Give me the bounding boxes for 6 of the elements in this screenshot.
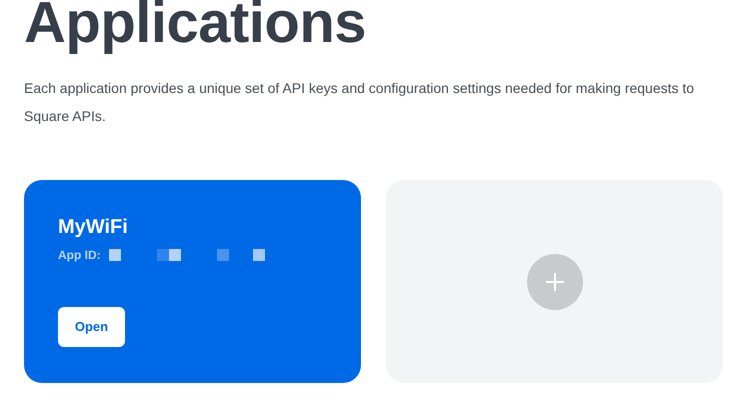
app-name: MyWiFi (58, 216, 129, 238)
add-app-card[interactable] (386, 180, 723, 383)
page-description: Each application provides a unique set of API keys and configuration settings needed for making requests to Square APIs. (24, 79, 696, 126)
open-button[interactable]: Open (58, 307, 125, 347)
app-id-label: App ID: (58, 247, 101, 264)
add-icon[interactable] (526, 254, 582, 310)
